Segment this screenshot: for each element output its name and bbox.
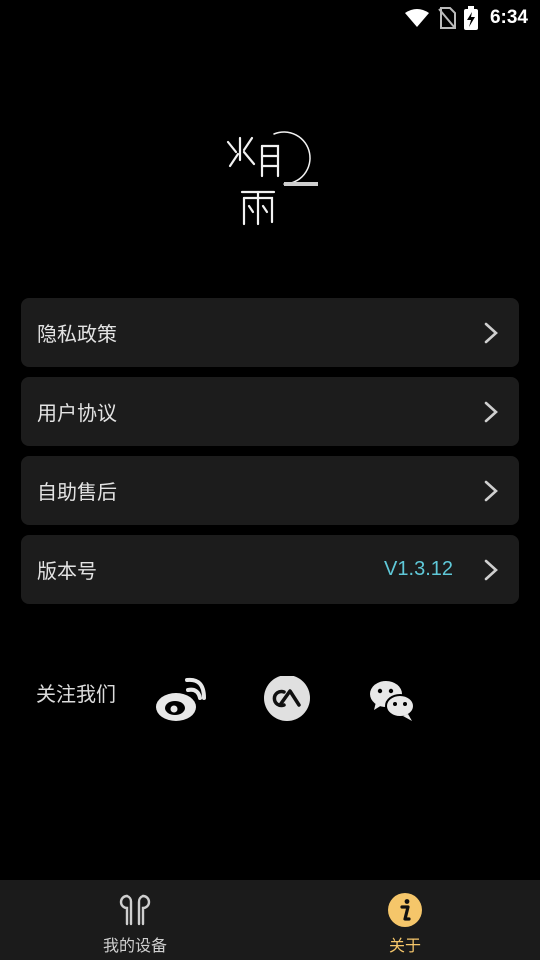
menu-item-version[interactable]: 版本号 V1.3.12	[21, 535, 519, 604]
tab-label: 我的设备	[102, 936, 167, 955]
status-bar: 6:34	[0, 0, 540, 36]
info-icon	[388, 893, 422, 927]
chevron-right-icon	[484, 401, 498, 423]
brand-logo	[226, 131, 318, 226]
menu-item-after-sales[interactable]: 自助售后	[21, 456, 519, 525]
logo-wordmark	[284, 182, 318, 186]
fanxing-icon[interactable]	[262, 676, 314, 724]
menu-item-privacy-policy[interactable]: 隐私政策	[21, 298, 519, 367]
weibo-icon[interactable]	[154, 676, 206, 724]
menu-item-user-agreement[interactable]: 用户协议	[21, 377, 519, 446]
wifi-icon	[404, 9, 429, 27]
follow-us-label: 关注我们	[36, 682, 116, 706]
battery-charging-icon	[463, 6, 478, 30]
menu-item-label: 用户协议	[37, 401, 117, 425]
wechat-icon[interactable]	[368, 676, 420, 724]
version-value: V1.3.12	[384, 558, 453, 580]
chevron-right-icon	[484, 480, 498, 502]
follow-us-section: 关注我们	[36, 676, 516, 726]
bottom-tab-bar: 我的设备 关于	[0, 880, 540, 960]
tab-label: 关于	[388, 936, 421, 955]
earbuds-icon	[119, 894, 151, 926]
status-time: 6:34	[489, 7, 528, 28]
chevron-right-icon	[484, 559, 498, 581]
menu-item-label: 隐私政策	[37, 322, 117, 346]
settings-menu: 隐私政策 用户协议 自助售后 版本号 V1.3.12	[21, 298, 519, 614]
chevron-right-icon	[484, 322, 498, 344]
tab-my-devices[interactable]: 我的设备	[0, 880, 270, 960]
status-icons: 6:34	[404, 6, 528, 30]
menu-item-label: 自助售后	[37, 480, 117, 504]
menu-item-label: 版本号	[37, 559, 97, 583]
no-sim-icon	[438, 7, 456, 29]
tab-about[interactable]: 关于	[270, 880, 540, 960]
